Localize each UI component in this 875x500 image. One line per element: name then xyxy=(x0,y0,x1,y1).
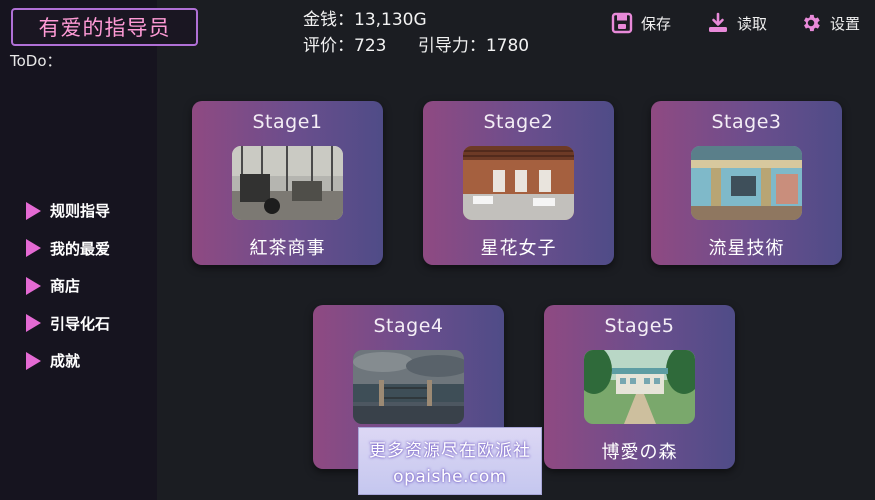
load-button[interactable]: 读取 xyxy=(707,12,767,34)
stage-thumbnail xyxy=(232,146,343,220)
menu-item-label: 规则指导 xyxy=(50,202,111,220)
settings-button[interactable]: 设置 xyxy=(800,12,860,34)
stage-title: Stage1 xyxy=(252,111,323,133)
stats-panel: 金钱：13,130G 评价：723 引导力：1780 xyxy=(303,7,529,59)
stage-card-3[interactable]: Stage3 流星技術 xyxy=(651,101,842,265)
download-icon xyxy=(709,12,727,32)
load-label: 读取 xyxy=(737,14,768,33)
watermark-text: 更多资源尽在欧派社 xyxy=(369,440,531,461)
stage-name: 博愛の森 xyxy=(601,442,678,463)
stage-title: Stage5 xyxy=(604,315,675,337)
money-display: 金钱：13,130G xyxy=(303,10,427,30)
stage-name: 星花女子 xyxy=(480,238,557,259)
settings-label: 设置 xyxy=(830,14,861,33)
triangle-right-icon xyxy=(26,351,41,370)
menu-item-label: 商店 xyxy=(50,277,81,295)
watermark-banner: 更多资源尽在欧派社 opaishe.com xyxy=(358,427,542,495)
menu-item-label: 引导化石 xyxy=(50,314,111,333)
game-title: 有爱的指导员 xyxy=(11,8,198,46)
gear-icon xyxy=(804,14,820,32)
triangle-right-icon xyxy=(26,276,41,295)
menu-item-label: 我的最爱 xyxy=(50,239,111,258)
stage-card-2[interactable]: Stage2 星花女子 xyxy=(423,101,614,265)
stage-thumbnail xyxy=(584,350,695,424)
triangle-right-icon xyxy=(26,201,41,220)
stage-title: Stage4 xyxy=(373,315,444,337)
save-label: 保存 xyxy=(641,14,672,33)
stage-title: Stage3 xyxy=(711,111,782,133)
save-icon xyxy=(611,12,633,34)
menu-item-fossil[interactable]: 引导化石 xyxy=(26,314,110,333)
guidance-display: 引导力：1780 xyxy=(417,36,530,56)
menu-item-favorites[interactable]: 我的最爱 xyxy=(26,239,110,258)
menu-item-shop[interactable]: 商店 xyxy=(26,276,110,295)
triangle-right-icon xyxy=(26,314,41,332)
rating-display: 评价：723 xyxy=(303,36,387,56)
save-button[interactable]: 保存 xyxy=(611,12,671,34)
todo-label: ToDo： xyxy=(10,52,62,70)
triangle-right-icon xyxy=(26,239,41,257)
stage-name: 流星技術 xyxy=(708,238,785,259)
sidebar: 有爱的指导员 ToDo： 规则指导 我的最爱 商店 引导化石 成就 xyxy=(0,0,198,500)
stage-thumbnail xyxy=(691,146,802,220)
stage-name: 紅茶商事 xyxy=(249,238,326,259)
game-title-text: 有爱的指导员 xyxy=(38,16,171,40)
stage-title: Stage2 xyxy=(483,111,554,133)
menu-item-label: 成就 xyxy=(50,352,81,370)
side-menu: 规则指导 我的最爱 商店 引导化石 成就 xyxy=(26,201,110,389)
stage-card-5[interactable]: Stage5 博愛の森 xyxy=(544,305,735,469)
stage-card-1[interactable]: Stage1 紅茶商事 xyxy=(192,101,383,265)
watermark-url: opaishe.com xyxy=(393,466,507,487)
menu-item-achievements[interactable]: 成就 xyxy=(26,351,110,370)
menu-item-rules[interactable]: 规则指导 xyxy=(26,201,110,220)
stage-thumbnail xyxy=(353,350,464,424)
stage-thumbnail xyxy=(463,146,574,220)
